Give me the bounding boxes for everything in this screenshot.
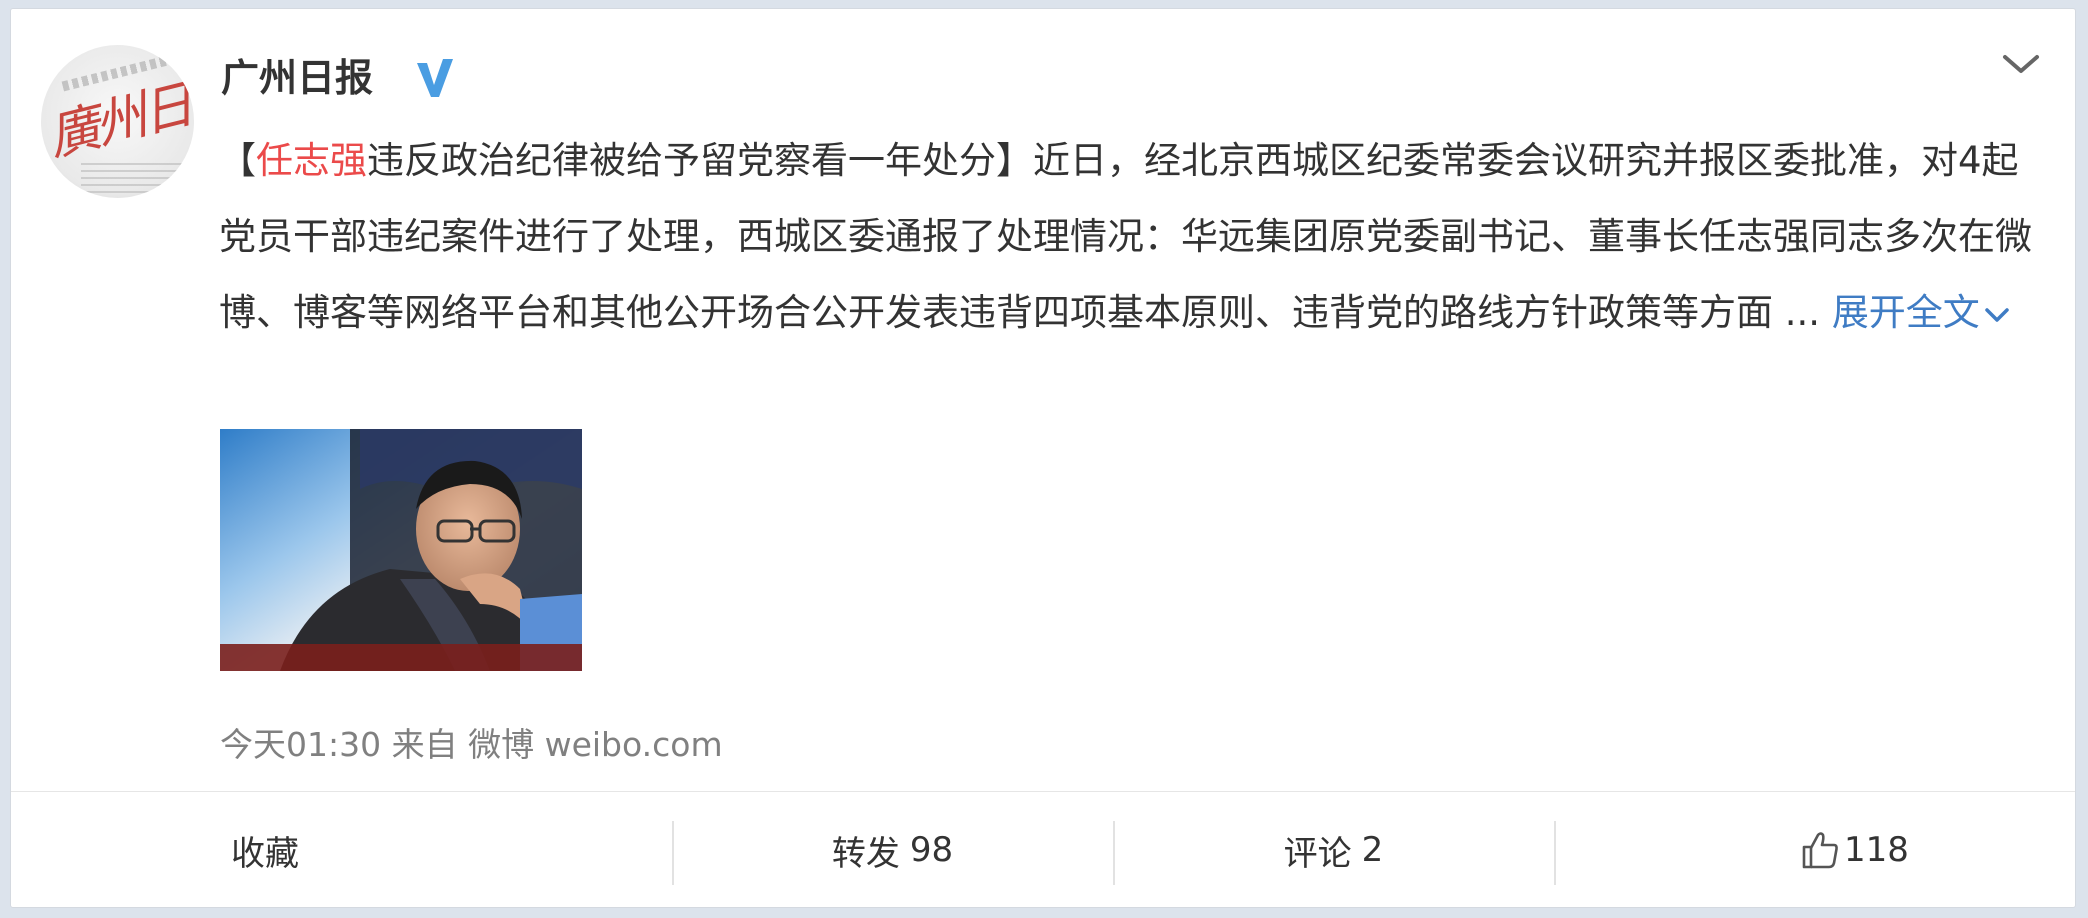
comment-label[interactable]: 评论 — [1284, 826, 1352, 875]
weibo-post-card: 廣州日報 广州日报 【任志强违反政治纪律被给予留党察看一年处分】近日，经北京西城… — [10, 8, 2076, 908]
mention-link[interactable]: 任志强 — [256, 139, 367, 182]
bracket-open: 【 — [219, 139, 256, 182]
chevron-down-icon[interactable] — [1997, 47, 2045, 83]
repost-label[interactable]: 转发 — [832, 826, 900, 875]
author-name[interactable]: 广州日报 — [221, 51, 373, 105]
from-label: 来自 — [391, 725, 458, 764]
repost-count[interactable]: 98 — [910, 830, 953, 870]
divider — [11, 791, 2075, 792]
post-source[interactable]: 微博 weibo.com — [468, 725, 722, 764]
post-image-thumbnail[interactable] — [220, 429, 582, 671]
expand-full-text-link[interactable]: 展开全文 — [1832, 291, 2010, 334]
avatar-decoration — [81, 163, 191, 193]
post-time[interactable]: 今天01:30 — [220, 725, 381, 764]
like-button[interactable]: 118 — [1554, 793, 2075, 907]
thumbs-up-icon[interactable] — [1800, 830, 1840, 870]
verified-v-icon — [417, 59, 453, 97]
headline-text: 违反政治纪律被给予留党察看一年处分】 — [367, 139, 1033, 182]
action-bar: 收藏 转发 98 评论 2 118 — [11, 793, 2075, 907]
post-meta: 今天01:30 来自 微博 weibo.com — [220, 721, 723, 769]
repost-button[interactable]: 转发 98 — [672, 793, 1113, 907]
photo-person-image — [220, 429, 582, 671]
post-text: 【任志强违反政治纪律被给予留党察看一年处分】近日，经北京西城区纪委常委会议研究并… — [219, 123, 2049, 351]
like-count[interactable]: 118 — [1844, 830, 1909, 870]
comment-count[interactable]: 2 — [1362, 830, 1384, 870]
author-avatar[interactable]: 廣州日報 — [41, 45, 194, 198]
favorite-button[interactable]: 收藏 — [11, 793, 672, 907]
expand-label[interactable]: 展开全文 — [1832, 291, 1980, 334]
chevron-down-icon — [1985, 307, 2009, 322]
comment-button[interactable]: 评论 2 — [1113, 793, 1554, 907]
favorite-label[interactable]: 收藏 — [231, 826, 299, 875]
